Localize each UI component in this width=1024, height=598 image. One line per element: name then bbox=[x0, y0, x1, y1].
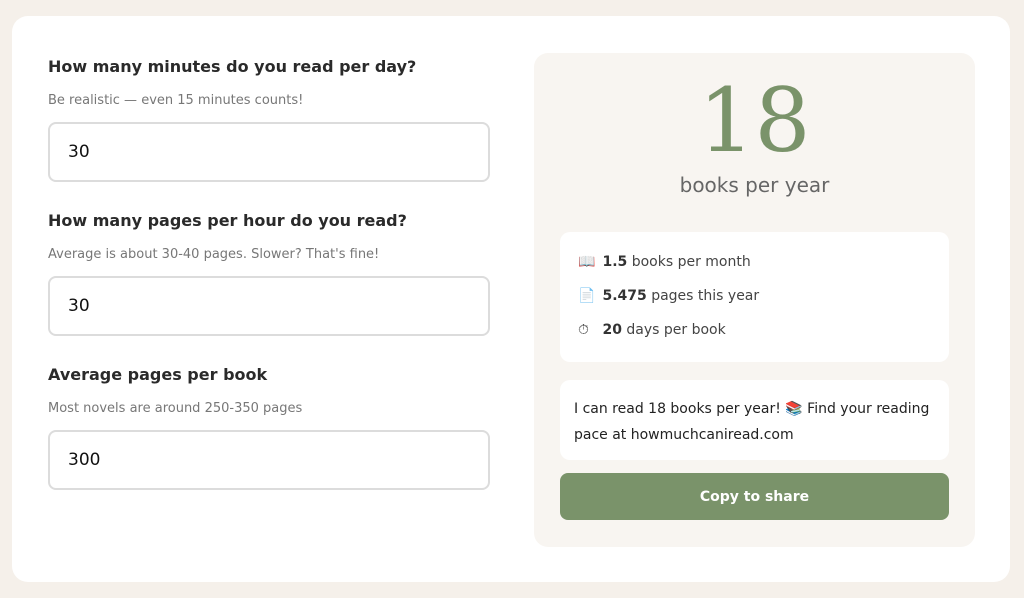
stat-pages-this-year: 📄 5.475 pages this year bbox=[578, 286, 931, 320]
copy-to-share-button[interactable]: Copy to share bbox=[560, 473, 949, 520]
page-icon: 📄 bbox=[578, 288, 596, 304]
pages-per-hour-question: How many pages per hour do you read? Ave… bbox=[48, 210, 490, 336]
stat-days-per-book: ⏱ 20 days per book bbox=[578, 320, 931, 354]
pages-per-book-hint: Most novels are around 250-350 pages bbox=[48, 401, 303, 416]
stat-text: books per month bbox=[631, 254, 751, 270]
pages-per-hour-hint: Average is about 30-40 pages. Slower? Th… bbox=[48, 247, 380, 262]
minutes-input[interactable] bbox=[48, 122, 490, 182]
pages-per-hour-label: How many pages per hour do you read? bbox=[48, 211, 407, 230]
calculator-card: How many minutes do you read per day? Be… bbox=[12, 16, 1010, 582]
minutes-hint: Be realistic — even 15 minutes counts! bbox=[48, 93, 304, 108]
stat-text: days per book bbox=[626, 322, 726, 338]
input-panel: How many minutes do you read per day? Be… bbox=[48, 56, 490, 518]
book-icon: 📖 bbox=[578, 254, 596, 270]
pages-per-book-label: Average pages per book bbox=[48, 365, 268, 384]
stat-value: 5.475 bbox=[602, 288, 647, 304]
books-per-year-number: 18 bbox=[698, 69, 811, 172]
minutes-label: How many minutes do you read per day? bbox=[48, 57, 417, 76]
stat-value: 1.5 bbox=[602, 254, 628, 270]
minutes-question: How many minutes do you read per day? Be… bbox=[48, 56, 490, 182]
stats-box: 📖 1.5 books per month 📄 5.475 pages this… bbox=[560, 232, 949, 362]
result-panel: 18 books per year 📖 1.5 books per month … bbox=[534, 53, 975, 547]
stopwatch-icon: ⏱ bbox=[578, 322, 589, 338]
pages-per-book-input[interactable] bbox=[48, 430, 490, 490]
share-text-box: I can read 18 books per year! 📚 Find you… bbox=[560, 380, 949, 460]
stat-books-per-month: 📖 1.5 books per month bbox=[578, 252, 931, 286]
pages-per-book-question: Average pages per book Most novels are a… bbox=[48, 364, 490, 490]
stat-text: pages this year bbox=[651, 288, 760, 304]
books-per-year-label: books per year bbox=[679, 173, 830, 197]
stat-value: 20 bbox=[602, 322, 622, 338]
pages-per-hour-input[interactable] bbox=[48, 276, 490, 336]
